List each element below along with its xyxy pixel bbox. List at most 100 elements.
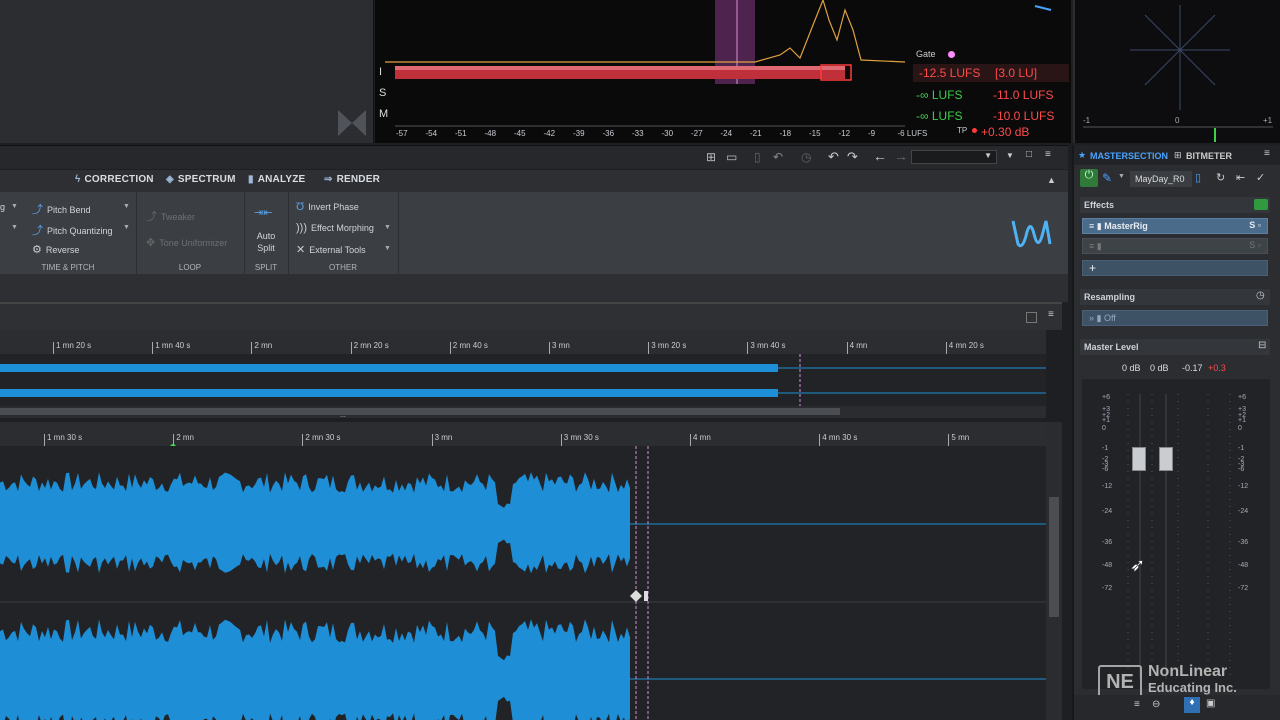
pitch-quantizing-button[interactable]: ⤴ Pitch Quantizing (32, 222, 113, 238)
back-icon[interactable]: ← (873, 148, 887, 164)
overview-waveform[interactable] (0, 354, 1046, 406)
render-icon: ⇒ (324, 174, 333, 185)
to-start-icon[interactable]: ⇤ (1236, 171, 1245, 184)
chevron-down-icon[interactable]: ▼ (123, 224, 130, 231)
short-term-value: -11.0 LUFS (993, 88, 1054, 102)
ruler-time-label: 3 mn 30 s (563, 433, 599, 442)
tweaker-button[interactable]: ⤴ Tweaker (146, 208, 195, 224)
wavelab-logo-icon (1011, 220, 1052, 248)
fader-right-knob[interactable] (1159, 447, 1173, 471)
effect-morphing-label: Effect Morphing (311, 223, 374, 233)
tab-mastersection[interactable]: MASTERSECTION (1090, 151, 1168, 161)
refresh-icon[interactable]: ↻ (1216, 171, 1225, 184)
master-section-panel: ★ MASTERSECTION ⊞ BITMETER ≡ ⏻ ✎ ▼ MayDa… (1072, 145, 1280, 720)
drag-handle-icon[interactable]: ≡ ▮ (1089, 241, 1102, 251)
link-icon[interactable]: ⊖ (1152, 699, 1160, 710)
effect-slot-2[interactable]: ≡ ▮ S ▫ (1082, 238, 1268, 254)
collapse-ribbon-icon[interactable]: ▲ (1047, 175, 1056, 185)
redo-icon[interactable]: ↷ (847, 149, 858, 165)
gate-indicator[interactable] (948, 51, 955, 58)
power-button[interactable]: ⏻ (1080, 169, 1098, 187)
solo-icon[interactable]: S ▫ (1249, 220, 1261, 230)
history-dropdown[interactable]: ▼ (911, 150, 997, 164)
fader-area: +6 +3 +2 +1 0 -1 -2 -3 -6 -12 -24 -36 -48 -72 +6 +3 +2 +… (1082, 379, 1270, 689)
undo-icon[interactable]: ↶ (828, 149, 839, 165)
tab-label: RENDER (336, 174, 381, 185)
menu-caret-icon[interactable]: ▼ (1006, 151, 1014, 160)
chevron-down-icon[interactable]: ▼ (1118, 173, 1125, 180)
external-tools-label: External Tools (309, 245, 366, 255)
tab-correction[interactable]: ϟ CORRECTION (75, 174, 154, 185)
reverse-button[interactable]: ⚙ Reverse (32, 243, 79, 256)
tab-spectrum[interactable]: ◈ SPECTRUM (166, 174, 236, 185)
drag-handle-icon[interactable]: ≡ ▮ (1089, 221, 1104, 231)
pen-icon[interactable]: ✎ (1102, 171, 1112, 185)
group-other-label: OTHER (329, 263, 357, 272)
auto-split-button[interactable]: ⇥⇤ Auto Split (246, 198, 286, 258)
revert-icon[interactable]: ↶ (773, 150, 783, 164)
overview-scrollbar[interactable]: ... (0, 406, 1046, 419)
tab-render[interactable]: ⇒ RENDER (324, 174, 380, 185)
chevron-down-icon[interactable]: ▼ (11, 224, 18, 231)
document-icon[interactable]: ▯ (1195, 171, 1201, 184)
lock-icon[interactable]: ▣ (1206, 698, 1215, 709)
fader-graph (1127, 394, 1231, 679)
tab-analyze[interactable]: ▮ ANALYZE (248, 174, 305, 185)
list-menu-icon[interactable]: ≡ (1045, 149, 1051, 160)
fader-left-knob[interactable] (1132, 447, 1146, 471)
chevron-down-icon[interactable]: ▼ (123, 203, 130, 210)
effects-header: Effects (1080, 197, 1270, 213)
invert-phase-button[interactable]: Ʊ Invert Phase (296, 201, 359, 213)
ruler-time-label: 4 mn 20 s (948, 341, 984, 350)
clock-icon[interactable]: ◷ (1256, 290, 1265, 301)
ruler-time-label: 2 mn (254, 341, 273, 350)
chevron-down-icon[interactable]: ▼ (384, 224, 391, 231)
main-time-ruler[interactable]: 1 mn 30 s 2 mn 2 mn 30 s 3 mn 3 mn 30 s 4 mn 4… (0, 422, 1046, 450)
check-icon[interactable]: ✓ (1256, 171, 1265, 184)
preset-selector[interactable]: MayDay_R0 (1130, 171, 1192, 187)
new-file-icon[interactable]: ⊞ (706, 150, 716, 164)
ruler-time-label: 3 mn 40 s (750, 341, 786, 350)
effect-morphing-button[interactable]: ))) Effect Morphing (296, 222, 374, 234)
effect-slot-1[interactable]: ≡ ▮ MasterRig S ▫ (1082, 218, 1268, 234)
bars-icon: ▮ (248, 174, 254, 185)
chevron-down-icon[interactable]: ▼ (11, 203, 18, 210)
overview-splitter-handle[interactable]: ... (340, 412, 346, 419)
maximize-icon[interactable]: □ (1026, 149, 1032, 160)
pitch-bend-label: Pitch Bend (47, 205, 91, 215)
external-tools-button[interactable]: ✕ External Tools (296, 243, 366, 256)
ribbon-truncated-item[interactable]: g (0, 202, 5, 212)
chevron-down-icon[interactable]: ▼ (384, 245, 391, 252)
effects-bypass-toggle[interactable] (1254, 199, 1268, 210)
add-effect-slot[interactable]: + (1082, 260, 1268, 276)
dither-icon[interactable]: ♦ (1184, 697, 1200, 713)
tone-uniformizer-button[interactable]: ✥ Tone Uniformizer (146, 236, 227, 249)
stack-icon[interactable]: ≡ (1134, 699, 1140, 710)
solo-icon[interactable]: S ▫ (1249, 240, 1261, 250)
level-right-db: 0 dB (1150, 363, 1169, 373)
main-waveform[interactable] (0, 446, 1046, 720)
history-icon[interactable]: ◷ (801, 150, 811, 164)
level-options-icon[interactable]: ⊟ (1258, 340, 1266, 351)
vertical-scrollbar[interactable] (1046, 422, 1062, 720)
list-menu-icon[interactable]: ≡ (1048, 309, 1054, 320)
tab-bitmeter[interactable]: BITMETER (1186, 151, 1232, 161)
overview-scroll-thumb[interactable] (0, 408, 840, 415)
open-folder-icon[interactable]: ▭ (726, 150, 737, 164)
ribbon-separator (244, 192, 245, 274)
watermark: NE NonLinear Educating Inc. (1098, 663, 1258, 699)
list-menu-icon[interactable]: ≡ (1264, 148, 1270, 159)
forward-icon[interactable]: → (894, 148, 908, 164)
save-icon[interactable]: ▯ (754, 150, 761, 164)
overview-time-ruler[interactable]: 1 mn 20 s 1 mn 40 s 2 mn 2 mn 20 s 2 mn 40 s… (0, 330, 1046, 354)
lufs-scale-tick: -18 (779, 129, 792, 138)
overview-toggle-icon[interactable] (1026, 312, 1037, 323)
pitch-bend-button[interactable]: ⤴ Pitch Bend (32, 201, 91, 217)
vertical-scroll-thumb[interactable] (1049, 497, 1059, 617)
ruler-major-tick (948, 434, 950, 446)
watermark-line2: Educating Inc. (1148, 680, 1237, 695)
momentary-row-label: M (379, 108, 389, 120)
resampling-slot[interactable]: » ▮ Off (1082, 310, 1268, 326)
ruler-major-tick (53, 342, 54, 354)
scope-center-label: 0 (1175, 116, 1180, 125)
